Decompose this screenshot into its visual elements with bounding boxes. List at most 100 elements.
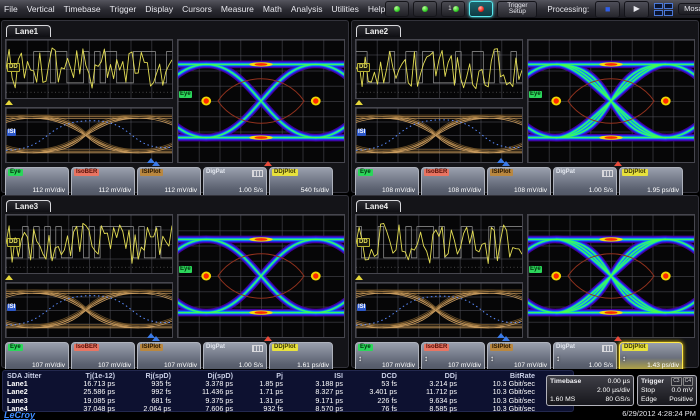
digpat-waveform-plot[interactable]: DD	[5, 214, 173, 274]
red-marker[interactable]	[264, 336, 272, 341]
jitter-cell: 76 fs	[347, 405, 401, 413]
lane-body: DD ISI Eye	[2, 214, 348, 338]
menu-item-help[interactable]: Help	[368, 4, 385, 14]
descriptor-label: DDjPlot	[622, 169, 648, 176]
trigger-normal-button[interactable]	[413, 1, 437, 17]
eye-trace	[178, 40, 344, 162]
stop-icon: ■	[605, 5, 610, 14]
trigger-box[interactable]: Trigger C3 C4 Stop0.0 mV EdgePositive	[637, 375, 697, 406]
timebase-box[interactable]: Timebase0.00 µs 2.00 µs/div 1.60 MS80 GS…	[546, 375, 634, 406]
blue-marker[interactable]	[152, 161, 160, 166]
jitter-cell: 37.048 ps	[57, 405, 119, 413]
trigger-stop-button[interactable]	[469, 1, 493, 17]
menu-item-vertical[interactable]: Vertical	[27, 4, 55, 14]
green-light-icon	[453, 6, 459, 12]
menu-item-timebase[interactable]: Timebase	[64, 4, 101, 14]
jitter-cell: 8.570 ps	[287, 405, 347, 413]
digpat-trace-badge: DD	[7, 238, 20, 247]
menu-item-math[interactable]: Math	[263, 4, 282, 14]
isi-plot[interactable]: ISI	[5, 107, 173, 163]
digpat-waveform-plot[interactable]: DD	[355, 214, 523, 274]
lane-tab[interactable]: Lane3	[6, 200, 51, 212]
digital-pattern-icon	[252, 345, 263, 352]
waveform-trace	[356, 40, 522, 98]
digpat-trace-badge: DD	[357, 63, 370, 72]
sda-jitter-table[interactable]: SDA JitterTj(1e-12)Rj(spD)Dj(spD)PjISIDC…	[2, 370, 574, 412]
descriptor-label: ISIPlot	[140, 344, 163, 351]
red-marker[interactable]	[264, 161, 272, 166]
descriptor-value: 108 mV/div	[358, 187, 415, 195]
isi-plot[interactable]: ISI	[355, 107, 523, 163]
descriptor-value: 112 mV/div	[140, 187, 197, 195]
timebase-rate: 80 GS/s	[605, 395, 630, 404]
descriptor-label: Eye	[8, 169, 23, 176]
waveform-trace	[6, 40, 172, 98]
timebase-title: Timebase	[550, 377, 581, 386]
trigger-setup-button[interactable]: Trigger Setup	[497, 1, 537, 18]
isi-trace-badge: ISI	[357, 129, 366, 136]
datetime-label: 6/29/2012 4:28:24 PM	[622, 409, 696, 418]
lane-tab[interactable]: Lane1	[6, 25, 51, 37]
trigger-level-marker[interactable]	[355, 275, 363, 280]
processing-stop-button[interactable]: ■	[595, 1, 620, 18]
menu-item-analysis[interactable]: Analysis	[291, 4, 323, 14]
menu-item-file[interactable]: File	[4, 4, 18, 14]
digpat-waveform-plot[interactable]: DD	[5, 39, 173, 99]
isi-trace-badge: ISI	[7, 129, 16, 136]
red-marker[interactable]	[614, 161, 622, 166]
trigger-single-button[interactable]: 1	[441, 1, 465, 17]
trigger-level-marker[interactable]	[355, 100, 363, 105]
jitter-cell: 8.585 ps	[401, 405, 461, 413]
digpat-waveform-plot[interactable]: DD	[355, 39, 523, 99]
digital-pattern-icon	[602, 345, 613, 352]
lane-tab[interactable]: Lane2	[356, 25, 401, 37]
lane-grid: Lane1 DD ISI Eye	[0, 19, 700, 369]
mosaic-button[interactable]: Mosaic	[678, 3, 700, 16]
isi-plot[interactable]: ISI	[355, 282, 523, 338]
blue-marker[interactable]	[152, 336, 160, 341]
trigger-auto-button[interactable]	[385, 1, 409, 17]
trigger-level-marker[interactable]	[5, 275, 13, 280]
eye-diagram-plot[interactable]: Eye	[177, 39, 345, 163]
lane-body: DD ISI Eye	[2, 39, 348, 163]
trigger-level-marker[interactable]	[5, 100, 13, 105]
processing-play-button[interactable]: ▶	[624, 1, 649, 18]
play-icon: ▶	[634, 5, 640, 13]
lane-tab[interactable]: Lane4	[356, 200, 401, 212]
eye-trace-badge: Eye	[529, 91, 542, 98]
updown-arrow-icon: ↕	[424, 354, 428, 363]
mosaic-grid-icon[interactable]	[653, 2, 674, 17]
isi-plot[interactable]: ISI	[5, 282, 173, 338]
descriptor-label: IsoBER	[424, 344, 449, 351]
menu-item-trigger[interactable]: Trigger	[110, 4, 137, 14]
blue-marker[interactable]	[502, 161, 510, 166]
isi-trace	[356, 283, 522, 337]
isi-trace-badge: ISI	[7, 304, 16, 311]
menu-item-cursors[interactable]: Cursors	[182, 4, 212, 14]
oscilloscope-app: File Vertical Timebase Trigger Display Cursor…	[0, 0, 700, 420]
descriptor-label: IsoBER	[424, 169, 449, 176]
descriptor-value: 1.00 S/s	[206, 187, 263, 195]
menu-item-measure[interactable]: Measure	[221, 4, 254, 14]
eye-diagram-plot[interactable]: Eye	[177, 214, 345, 338]
menu-item-utilities[interactable]: Utilities	[331, 4, 358, 14]
trigger-level: 0.0 mV	[671, 386, 693, 395]
eye-diagram-plot[interactable]: Eye	[527, 214, 695, 338]
lane-left-column: DD ISI	[355, 39, 523, 163]
single-count-label: 1	[448, 6, 451, 12]
waveform-trace	[356, 215, 522, 273]
descriptor-label: DDjPlot	[272, 344, 298, 351]
descriptor-label: ISIPlot	[140, 169, 163, 176]
menu-item-display[interactable]: Display	[145, 4, 173, 14]
eye-diagram-plot[interactable]: Eye	[527, 39, 695, 163]
isi-trace	[6, 108, 172, 162]
trigger-slope: Positive	[669, 395, 693, 404]
blue-marker[interactable]	[502, 336, 510, 341]
updown-arrow-icon: ↕	[556, 354, 560, 363]
timebase-offset: 0.00 µs	[608, 377, 630, 386]
digital-pattern-icon	[602, 170, 613, 177]
jitter-cell: 932 fs	[237, 405, 287, 413]
eye-trace-badge: Eye	[179, 266, 192, 273]
descriptor-value: 108 mV/div	[424, 187, 481, 195]
red-marker[interactable]	[614, 336, 622, 341]
